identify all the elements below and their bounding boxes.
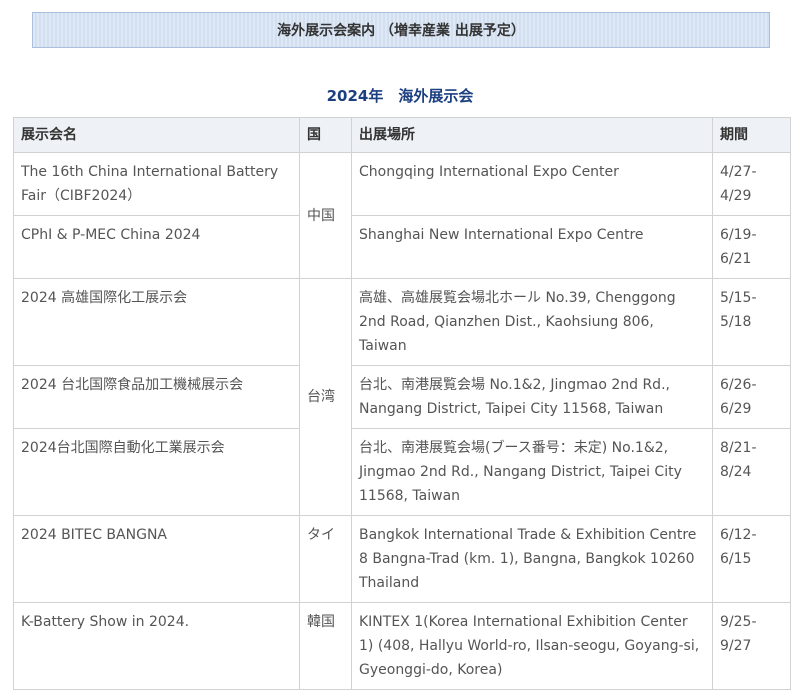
- exhibition-name: 2024 BITEC BANGNA: [13, 515, 300, 603]
- venue-cell: Chongqing International Expo Center: [351, 152, 713, 216]
- section-title: 2024年 海外展示会: [326, 87, 474, 105]
- table-row: 2024 BITEC BANGNA タイ Bangkok Internation…: [13, 515, 791, 603]
- venue-cell: KINTEX 1(Korea International Exhibition …: [351, 602, 713, 690]
- country-cell: 中国: [299, 152, 352, 279]
- exhibition-name: 2024台北国際自動化工業展示会: [13, 428, 300, 516]
- exhibition-name: 2024 高雄国際化工展示会: [13, 278, 300, 366]
- period-cell: 6/19-6/21: [712, 215, 791, 279]
- venue-cell: 高雄、高雄展覧会場北ホール No.39, Chenggong 2nd Road,…: [351, 278, 713, 366]
- exhibition-name: CPhI & P-MEC China 2024: [13, 215, 300, 279]
- header-exhibition-name: 展示会名: [13, 117, 300, 153]
- venue-cell: 台北、南港展覧会場 No.1&2, Jingmao 2nd Rd., Nanga…: [351, 365, 713, 429]
- period-cell: 6/26-6/29: [712, 365, 791, 429]
- exhibition-table: 展示会名 国 出展場所 期間 The 16th China Internatio…: [13, 117, 791, 690]
- page-banner: 海外展示会案内 （増幸産業 出展予定）: [32, 12, 770, 48]
- table-row: 2024台北国際自動化工業展示会 台北、南港展覧会場(ブース番号：未定) No.…: [13, 428, 791, 516]
- country-cell: タイ: [299, 515, 352, 603]
- table-row: 2024 台北国際食品加工機械展示会 台北、南港展覧会場 No.1&2, Jin…: [13, 365, 791, 429]
- exhibition-name: The 16th China International Battery Fai…: [13, 152, 300, 216]
- country-cell: 台湾: [299, 278, 352, 516]
- period-cell: 8/21-8/24: [712, 428, 791, 516]
- header-venue: 出展場所: [351, 117, 713, 153]
- exhibition-name: K-Battery Show in 2024.: [13, 602, 300, 690]
- header-period: 期間: [712, 117, 791, 153]
- venue-cell: Shanghai New International Expo Centre: [351, 215, 713, 279]
- table-header-row: 展示会名 国 出展場所 期間: [13, 117, 791, 153]
- period-cell: 6/12-6/15: [712, 515, 791, 603]
- venue-cell: Bangkok International Trade & Exhibition…: [351, 515, 713, 603]
- exhibition-name: 2024 台北国際食品加工機械展示会: [13, 365, 300, 429]
- table-row: K-Battery Show in 2024. 韓国 KINTEX 1(Kore…: [13, 602, 791, 690]
- period-cell: 4/27-4/29: [712, 152, 791, 216]
- table-row: CPhI & P-MEC China 2024 Shanghai New Int…: [13, 215, 791, 279]
- banner-title: 海外展示会案内 （増幸産業 出展予定）: [277, 23, 525, 39]
- period-cell: 9/25-9/27: [712, 602, 791, 690]
- table-row: The 16th China International Battery Fai…: [13, 152, 791, 279]
- venue-cell: 台北、南港展覧会場(ブース番号：未定) No.1&2, Jingmao 2nd …: [351, 428, 713, 516]
- header-country: 国: [299, 117, 352, 153]
- country-cell: 韓国: [299, 602, 352, 690]
- table-row: 2024 高雄国際化工展示会 台湾 高雄、高雄展覧会場北ホール No.39, C…: [13, 278, 791, 516]
- period-cell: 5/15-5/18: [712, 278, 791, 366]
